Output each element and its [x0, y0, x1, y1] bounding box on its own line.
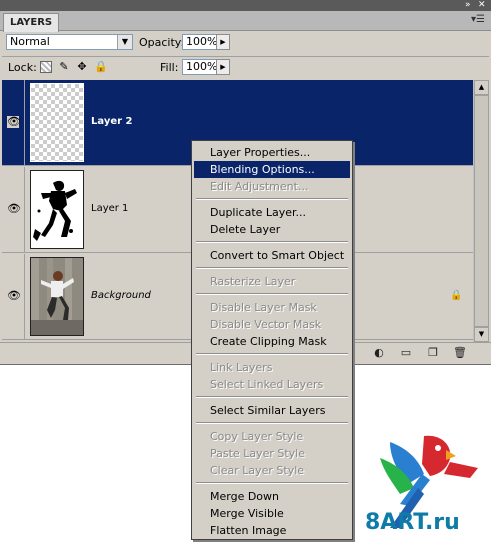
- eye-icon: 👁: [7, 289, 21, 302]
- menu-separator: [196, 198, 348, 200]
- menu-item-delete-layer[interactable]: Delete Layer: [194, 221, 350, 238]
- layer-thumbnail: [30, 257, 84, 336]
- menu-item-select-similar-layers[interactable]: Select Similar Layers: [194, 402, 350, 419]
- layer-thumbnail: [30, 83, 84, 162]
- tab-layers[interactable]: LAYERS: [3, 13, 60, 32]
- opacity-label: Opacity:: [139, 36, 185, 49]
- watermark-text: 8ART.ru: [365, 510, 460, 535]
- tab-bar: LAYERS ▾☰: [0, 11, 491, 32]
- layer-context-menu: Layer Properties... Blending Options... Ed…: [191, 140, 353, 540]
- menu-item-merge-visible[interactable]: Merge Visible: [194, 505, 350, 522]
- menu-separator: [196, 293, 348, 295]
- scroll-up-button[interactable]: ▲: [474, 80, 489, 95]
- lock-transparent-pixels-icon[interactable]: [40, 61, 52, 73]
- close-icon[interactable]: ✕: [478, 0, 486, 11]
- lock-all-icon[interactable]: 🔒: [94, 61, 108, 73]
- menu-item-blending-options[interactable]: Blending Options...: [194, 161, 350, 178]
- lock-position-icon[interactable]: ✥: [76, 61, 88, 73]
- menu-separator: [196, 353, 348, 355]
- lock-image-pixels-icon[interactable]: ✎: [58, 61, 70, 73]
- menu-separator: [196, 267, 348, 269]
- layer-thumbnail: [30, 170, 84, 249]
- menu-item-edit-adjustment: Edit Adjustment...: [210, 180, 309, 193]
- layer-name: Background: [91, 290, 151, 301]
- menu-item-paste-layer-style: Paste Layer Style: [210, 447, 305, 460]
- menu-item-duplicate-layer[interactable]: Duplicate Layer...: [194, 204, 350, 221]
- menu-item-create-clipping-mask[interactable]: Create Clipping Mask: [194, 333, 350, 350]
- blend-mode-value: Normal: [10, 35, 50, 48]
- blend-mode-select[interactable]: Normal ▼: [6, 34, 133, 50]
- fill-slider-button[interactable]: ▶: [216, 59, 230, 75]
- dancer-photo: [31, 258, 83, 335]
- opacity-field[interactable]: 100%: [182, 34, 217, 50]
- menu-item-convert-to-smart-object[interactable]: Convert to Smart Object: [194, 247, 350, 264]
- layer-list-scrollbar[interactable]: ▲ ▼: [473, 80, 489, 342]
- menu-item-clear-layer-style: Clear Layer Style: [210, 464, 305, 477]
- scroll-thumb[interactable]: [474, 95, 489, 327]
- collapse-icon[interactable]: »: [465, 0, 471, 11]
- eye-icon: 👁: [7, 115, 21, 128]
- visibility-toggle[interactable]: 👁: [2, 80, 25, 165]
- new-group-icon[interactable]: ▭: [399, 346, 413, 360]
- opacity-slider-button[interactable]: ▶: [216, 34, 230, 50]
- visibility-toggle[interactable]: 👁: [2, 167, 25, 252]
- menu-item-disable-layer-mask: Disable Layer Mask: [210, 301, 317, 314]
- silhouette-image: [33, 180, 77, 241]
- lock-icon: 🔒: [450, 290, 463, 301]
- chevron-down-icon: ▼: [117, 35, 132, 49]
- new-layer-icon[interactable]: ❐: [426, 346, 440, 360]
- menu-item-disable-vector-mask: Disable Vector Mask: [210, 318, 322, 331]
- divider: [2, 56, 489, 57]
- menu-separator: [196, 422, 348, 424]
- visibility-toggle[interactable]: 👁: [2, 254, 25, 339]
- menu-item-rasterize-layer: Rasterize Layer: [210, 275, 296, 288]
- menu-item-layer-properties[interactable]: Layer Properties...: [194, 144, 350, 161]
- layer-name: Layer 2: [91, 116, 133, 127]
- delete-layer-icon[interactable]: 🗑: [453, 346, 467, 360]
- layer-name: Layer 1: [91, 203, 129, 214]
- menu-separator: [196, 482, 348, 484]
- adjustment-layer-icon[interactable]: ◐: [372, 346, 386, 360]
- eye-icon: 👁: [7, 202, 21, 215]
- lock-label: Lock:: [8, 61, 37, 74]
- fill-field[interactable]: 100%: [182, 59, 217, 75]
- menu-separator: [196, 241, 348, 243]
- scroll-down-button[interactable]: ▼: [474, 327, 489, 342]
- fill-label: Fill:: [160, 61, 179, 74]
- panel-title-bar: » ✕: [0, 0, 491, 11]
- menu-item-select-linked-layers: Select Linked Layers: [210, 378, 324, 391]
- menu-item-flatten-image[interactable]: Flatten Image: [194, 522, 350, 539]
- menu-item-merge-down[interactable]: Merge Down: [194, 488, 350, 505]
- menu-item-link-layers: Link Layers: [210, 361, 273, 374]
- menu-icon[interactable]: ▾☰: [471, 14, 485, 25]
- menu-separator: [196, 396, 348, 398]
- menu-item-copy-layer-style: Copy Layer Style: [210, 430, 304, 443]
